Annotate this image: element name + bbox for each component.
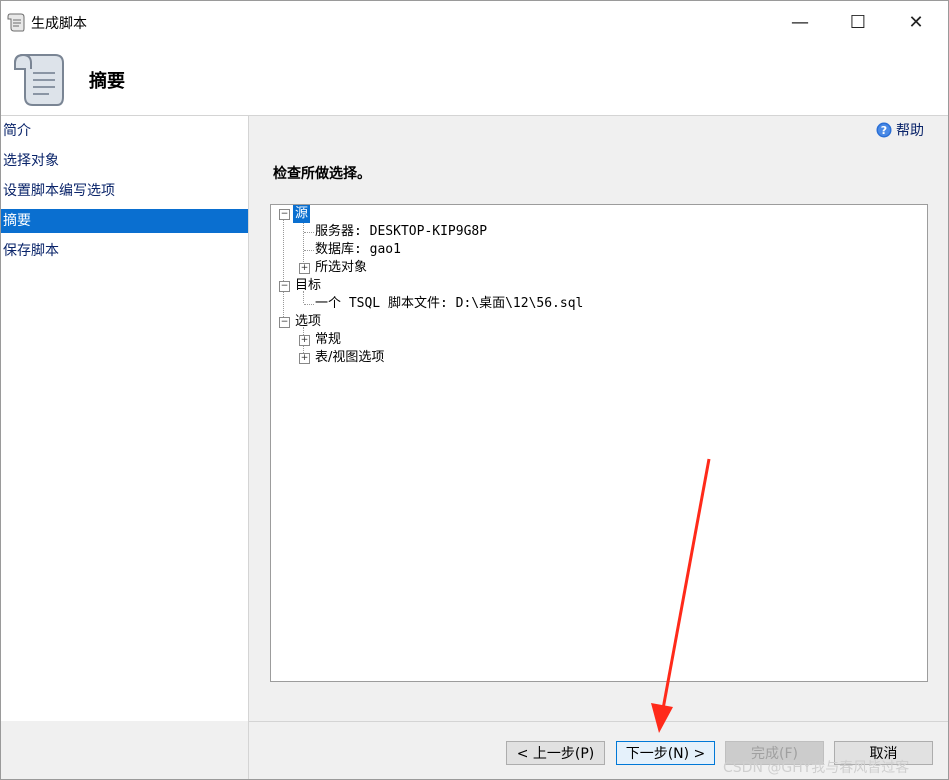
- tree-connector: [304, 250, 314, 251]
- collapse-icon[interactable]: −: [279, 209, 290, 220]
- watermark: CSDN @GHY我与春风皆过客: [723, 760, 910, 776]
- svg-text:?: ?: [881, 124, 887, 137]
- maximize-button[interactable]: ☐: [829, 1, 887, 43]
- next-button[interactable]: 下一步(N) >: [616, 741, 715, 765]
- sidebar-item-script-options[interactable]: 设置脚本编写选项: [1, 176, 248, 206]
- tree-label-general: 常规: [315, 332, 342, 347]
- sidebar-item-summary[interactable]: 摘要: [1, 209, 248, 233]
- sidebar-item-choose-objects[interactable]: 选择对象: [1, 146, 248, 176]
- tree-label-selected-objects: 所选对象: [315, 260, 368, 275]
- tree-label-target-file: 一个 TSQL 脚本文件: D:\桌面\12\56.sql: [315, 296, 584, 311]
- tree-label-options: 选项: [295, 314, 322, 329]
- close-button[interactable]: ✕: [887, 1, 945, 43]
- scroll-icon: [7, 13, 25, 32]
- tree-connector: [304, 232, 314, 233]
- expand-icon[interactable]: +: [299, 335, 310, 346]
- tree-label-source: 源: [293, 205, 311, 223]
- wizard-sidebar: 简介 选择对象 设置脚本编写选项 摘要 保存脚本: [1, 116, 249, 779]
- tree-connector: [303, 219, 304, 266]
- help-link[interactable]: ? 帮助: [876, 120, 924, 140]
- expand-icon[interactable]: +: [299, 263, 310, 274]
- page-header: 摘要: [1, 43, 948, 116]
- help-label: 帮助: [896, 123, 924, 139]
- sidebar-bottom-panel: [1, 721, 248, 779]
- tree-label-database: 数据库: gao1: [315, 242, 401, 257]
- summary-tree[interactable]: − 源 服务器: DESKTOP-KIP9G8P 数据库: gao1 + 所选对…: [270, 204, 928, 682]
- red-arrow-annotation: [651, 458, 711, 733]
- tree-label-table-view-options: 表/视图选项: [315, 350, 385, 365]
- collapse-icon[interactable]: −: [279, 281, 290, 292]
- generate-scripts-window: 生成脚本 — ☐ ✕ 摘要 简介 选择对象 设置脚本编写选项 摘要 保存脚本 ?…: [0, 0, 949, 780]
- main-panel: ? 帮助 检查所做选择。 − 源 服务器: DESKTOP-KIP9G8P 数据…: [249, 116, 948, 721]
- help-icon: ?: [876, 122, 892, 138]
- tree-connector: [304, 304, 314, 305]
- review-heading: 检查所做选择。: [273, 166, 371, 182]
- tree-label-target: 目标: [295, 278, 322, 293]
- sidebar-item-intro[interactable]: 简介: [1, 116, 248, 146]
- arrow-head: [651, 703, 673, 733]
- title-bar: 生成脚本 — ☐ ✕: [1, 1, 948, 43]
- arrow-shaft: [661, 458, 711, 710]
- scroll-icon: [14, 53, 64, 106]
- window-title: 生成脚本: [31, 16, 87, 32]
- collapse-icon[interactable]: −: [279, 317, 290, 328]
- sidebar-item-save-scripts[interactable]: 保存脚本: [1, 236, 248, 266]
- tree-label-server: 服务器: DESKTOP-KIP9G8P: [315, 224, 488, 239]
- page-title: 摘要: [89, 71, 125, 92]
- expand-icon[interactable]: +: [299, 353, 310, 364]
- back-button[interactable]: < 上一步(P): [506, 741, 605, 765]
- minimize-button[interactable]: —: [771, 1, 829, 43]
- tree-connector: [283, 219, 284, 323]
